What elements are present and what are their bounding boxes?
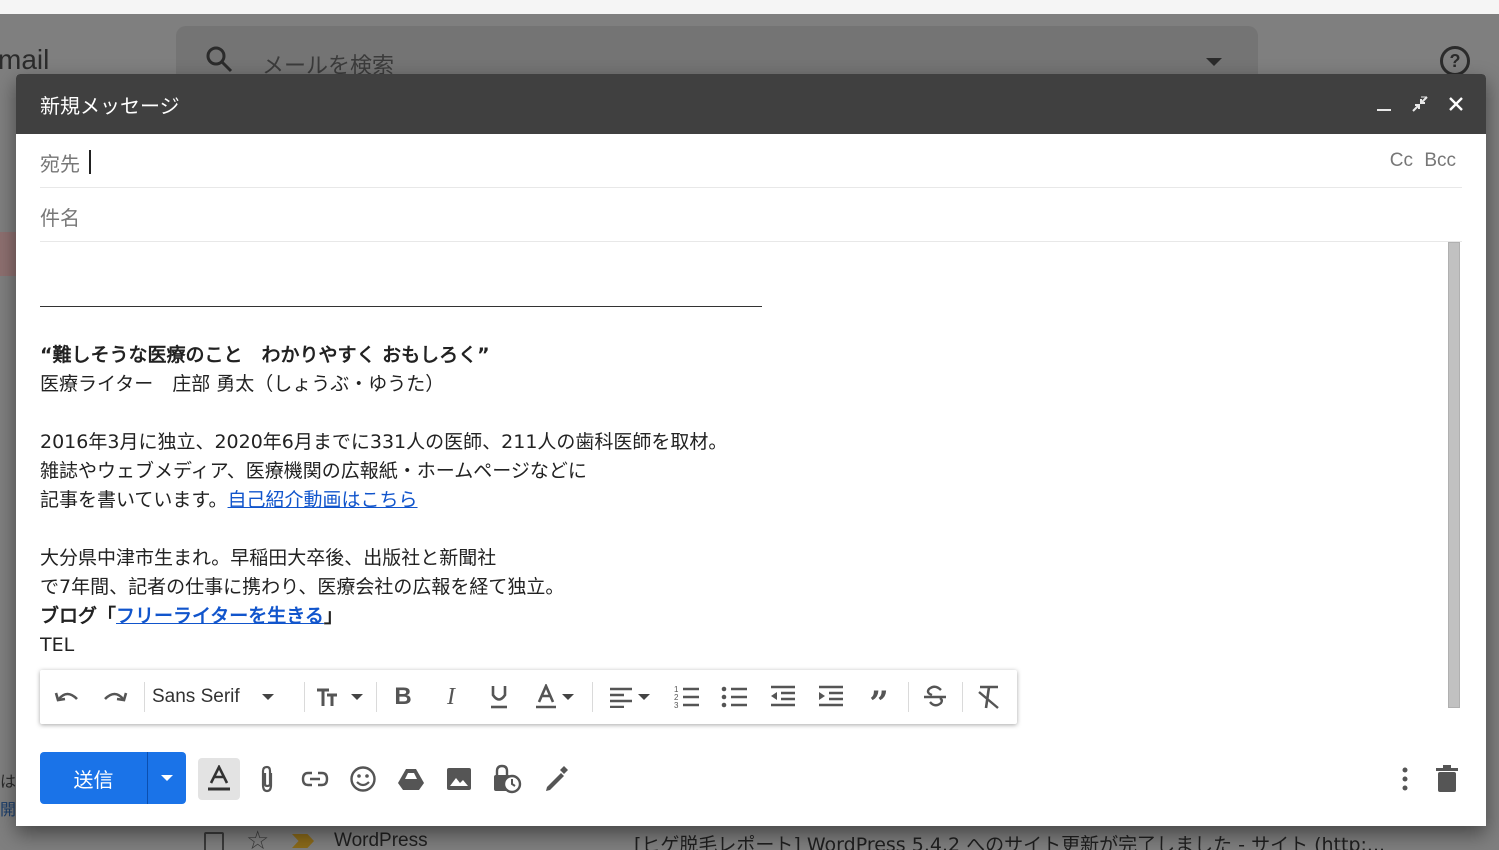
italic-icon[interactable]: I — [434, 682, 468, 712]
signature-icon[interactable] — [534, 758, 576, 800]
signature-bio-3: 記事を書いています。自己紹介動画はこちら — [40, 486, 727, 515]
blog-suffix: 」 — [323, 605, 343, 627]
discard-icon[interactable] — [1426, 758, 1468, 800]
chevron-down-icon — [562, 694, 574, 700]
link-icon[interactable] — [294, 758, 336, 800]
bulleted-list-icon[interactable] — [716, 682, 754, 712]
toolbar-divider — [376, 682, 377, 712]
svg-text:3: 3 — [674, 701, 679, 710]
drive-icon[interactable] — [390, 758, 432, 800]
strikethrough-icon[interactable] — [916, 682, 954, 712]
row-checkbox[interactable] — [204, 832, 224, 850]
compose-window: 新規メッセージ 宛先 Cc Bcc 件名 “難しそうな医療のこと わかりやすく … — [16, 74, 1486, 826]
formatting-options-icon[interactable] — [198, 758, 240, 800]
chevron-down-icon — [351, 694, 363, 700]
close-icon[interactable] — [1444, 92, 1468, 116]
gmail-logo: mail — [0, 44, 50, 75]
signature-tel: TEL — [40, 634, 75, 656]
star-icon[interactable]: ☆ — [246, 826, 269, 850]
search-options-icon[interactable] — [1206, 58, 1222, 66]
sidebar-highlight — [0, 232, 16, 276]
minimize-icon[interactable] — [1372, 92, 1396, 116]
send-button-group: 送信 — [40, 752, 186, 804]
signature-bio-5: で7年間、記者の仕事に携わり、医療会社の広報を経て独立。 — [40, 576, 565, 598]
indent-less-icon[interactable] — [764, 682, 802, 712]
to-label: 宛先 — [40, 152, 80, 176]
signature-name: 医療ライター 庄部 勇太（しょうぶ・ゆうた） — [40, 373, 445, 395]
to-field[interactable]: 宛先 Cc Bcc — [40, 134, 1462, 188]
remove-formatting-icon[interactable] — [970, 682, 1008, 712]
bold-icon[interactable]: B — [386, 682, 420, 712]
formatting-toolbar: Sans Serif B I 123 ” — [40, 670, 1017, 724]
text-color-icon[interactable] — [530, 682, 578, 712]
emoji-icon[interactable] — [342, 758, 384, 800]
numbered-list-icon[interactable]: 123 — [668, 682, 706, 712]
signature: “難しそうな医療のこと わかりやすく おもしろく” 医療ライター 庄部 勇太（し… — [40, 341, 727, 660]
font-size-icon[interactable] — [312, 682, 366, 712]
chevron-down-icon — [638, 694, 650, 700]
signature-tagline: “難しそうな医療のこと わかりやすく おもしろく” — [40, 344, 490, 366]
quote-icon[interactable]: ” — [860, 682, 898, 721]
toolbar-divider — [304, 682, 305, 712]
blog-link[interactable]: フリーライターを生きる — [116, 605, 324, 627]
signature-blank — [40, 515, 727, 544]
underline-icon[interactable] — [482, 682, 516, 712]
chevron-down-icon — [161, 775, 173, 781]
list-row-sender[interactable]: WordPress — [334, 830, 428, 850]
intro-video-link[interactable]: 自己紹介動画はこちら — [228, 489, 418, 511]
compose-title: 新規メッセージ — [40, 94, 180, 118]
font-family-value: Sans Serif — [152, 686, 240, 707]
attach-icon[interactable] — [246, 758, 288, 800]
confidential-mode-icon[interactable] — [486, 758, 528, 800]
signature-bio-2: 雑誌やウェブメディア、医療機関の広報紙・ホームページなどに — [40, 460, 587, 482]
font-family-select[interactable]: Sans Serif — [152, 682, 292, 712]
toolbar-divider — [908, 682, 909, 712]
more-options-icon[interactable] — [1384, 758, 1426, 800]
cc-link[interactable]: Cc — [1390, 150, 1413, 171]
cc-bcc-links: Cc Bcc — [1384, 150, 1456, 172]
toolbar-divider — [144, 682, 145, 712]
signature-bio-1: 2016年3月に独立、2020年6月までに331人の医師、211人の歯科医師を取… — [40, 431, 728, 453]
toolbar-divider — [592, 682, 593, 712]
message-body[interactable]: “難しそうな医療のこと わかりやすく おもしろく” 医療ライター 庄部 勇太（し… — [40, 242, 1440, 712]
align-icon[interactable] — [602, 682, 656, 712]
blog-prefix: ブログ「 — [40, 605, 117, 627]
fullscreen-exit-icon[interactable] — [1408, 92, 1432, 116]
text-cursor — [89, 150, 91, 174]
undo-icon[interactable] — [50, 682, 84, 712]
help-circle-icon[interactable]: ? — [1440, 46, 1470, 76]
chevron-down-icon — [261, 694, 274, 700]
compose-header[interactable]: 新規メッセージ — [16, 74, 1486, 134]
send-options-button[interactable] — [148, 752, 186, 804]
search-icon[interactable] — [204, 44, 234, 74]
subject-label: 件名 — [40, 206, 80, 230]
list-row-subject[interactable]: [ヒゲ脱毛レポート] WordPress 5.4.2 へのサイト更新が完了しまし… — [634, 830, 1434, 850]
photo-icon[interactable] — [438, 758, 480, 800]
subject-field[interactable]: 件名 — [40, 188, 1462, 242]
signature-blog: ブログ「フリーライターを生きる」 — [40, 602, 727, 631]
signature-blank — [40, 399, 727, 428]
indent-more-icon[interactable] — [812, 682, 850, 712]
browser-top-strip — [0, 0, 1499, 14]
body-scrollbar[interactable] — [1448, 242, 1460, 708]
signature-bio-3-text: 記事を書いています。 — [40, 489, 228, 511]
bcc-link[interactable]: Bcc — [1424, 150, 1456, 171]
signature-divider — [40, 306, 762, 307]
signature-bio-4: 大分県中津市生まれ。早稲田大卒後、出版社と新聞社 — [40, 547, 497, 569]
send-button[interactable]: 送信 — [40, 752, 148, 804]
redo-icon[interactable] — [98, 682, 132, 712]
toolbar-divider — [962, 682, 963, 712]
